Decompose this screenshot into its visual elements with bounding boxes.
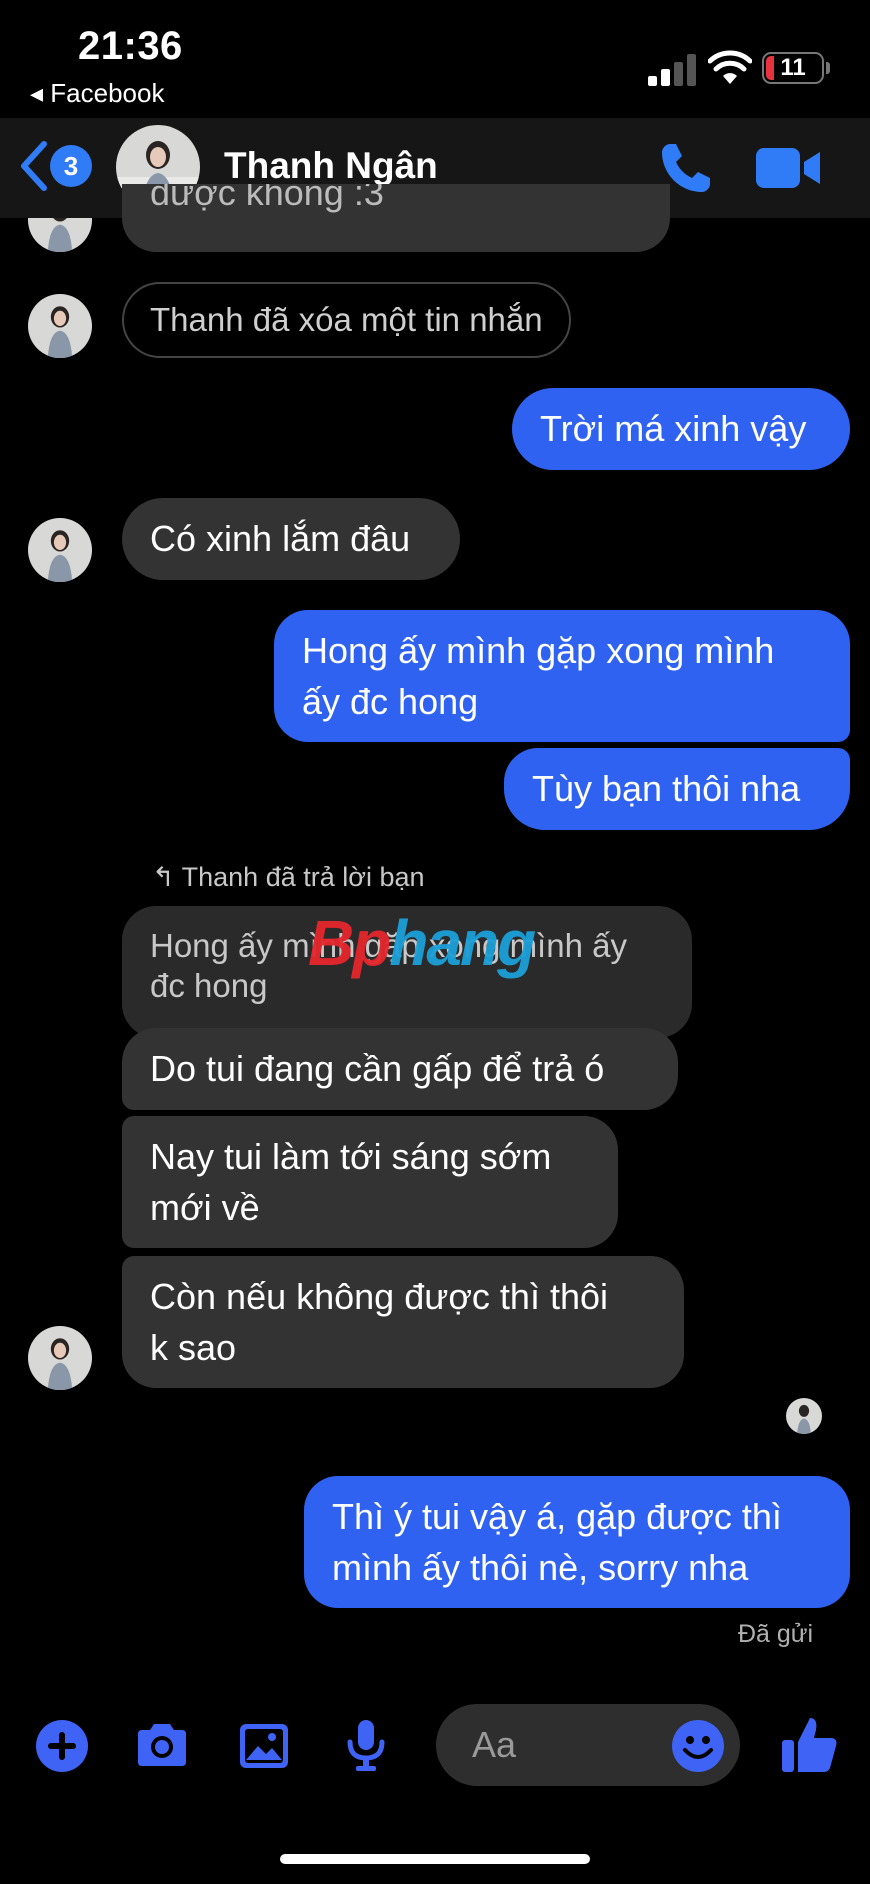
message-text: Trời má xinh vậy xyxy=(540,408,807,449)
contact-avatar-small xyxy=(28,294,92,358)
message-text: Có xinh lắm đâu xyxy=(150,518,411,559)
read-receipt-avatar xyxy=(786,1398,822,1434)
message-line: k sao xyxy=(150,1327,237,1368)
battery-tip xyxy=(826,62,830,74)
message-line: Thì ý tui vậy á, gặp được thì xyxy=(332,1496,782,1537)
watermark-logo: Bphang xyxy=(308,907,536,979)
message-line: ấy đc hong xyxy=(302,681,479,722)
home-indicator xyxy=(280,1854,590,1864)
message-bubble-outgoing[interactable]: Trời má xinh vậy xyxy=(512,388,850,470)
message-line: mới về xyxy=(150,1187,260,1228)
message-line: mình ấy thôi nè, sorry nha xyxy=(332,1547,749,1588)
message-bubble-incoming[interactable]: Còn nếu không được thì thôi k sao xyxy=(122,1256,684,1388)
camera-icon[interactable] xyxy=(132,1716,192,1776)
message-bubble-outgoing[interactable]: Thì ý tui vậy á, gặp được thì mình ấy th… xyxy=(304,1476,850,1608)
deleted-message-notice: Thanh đã xóa một tin nhắn xyxy=(122,282,571,358)
plus-icon[interactable] xyxy=(32,1716,92,1776)
contact-avatar-small xyxy=(28,518,92,582)
unread-count-badge[interactable]: 3 xyxy=(50,145,92,187)
message-bubble-outgoing[interactable]: Tùy bạn thôi nha xyxy=(504,748,850,830)
message-line: Nay tui làm tới sáng sớm xyxy=(150,1136,552,1177)
contact-name[interactable]: Thanh Ngân xyxy=(224,145,438,187)
status-time: 21:36 xyxy=(78,24,183,68)
battery-indicator: 11 xyxy=(762,52,824,84)
wifi-icon xyxy=(708,50,752,84)
emoji-icon[interactable] xyxy=(668,1716,728,1776)
battery-percent: 11 xyxy=(780,54,806,81)
reply-notice-text: Thanh đã trả lời bạn xyxy=(181,862,425,892)
message-text: Tùy bạn thôi nha xyxy=(532,768,801,809)
message-input-placeholder: Aa xyxy=(472,1724,517,1765)
delivery-status: Đã gửi xyxy=(738,1620,814,1648)
microphone-icon[interactable] xyxy=(336,1716,396,1776)
video-camera-icon[interactable] xyxy=(756,144,822,192)
back-to-facebook-link[interactable]: ◂ Facebook xyxy=(30,78,164,109)
message-bubble-incoming[interactable]: Do tui đang cần gấp để trả ó xyxy=(122,1028,678,1110)
message-line: Hong ấy mình gặp xong mình xyxy=(302,630,775,671)
reply-arrow-icon: ↰ xyxy=(152,862,182,892)
message-text: Do tui đang cần gấp để trả ó xyxy=(150,1048,605,1089)
message-bubble-outgoing[interactable]: Hong ấy mình gặp xong mình ấy đc hong xyxy=(274,610,850,742)
cellular-signal-icon xyxy=(648,54,696,86)
reply-notice: ↰ Thanh đã trả lời bạn xyxy=(152,862,425,893)
contact-avatar-small xyxy=(28,1326,92,1390)
gallery-icon[interactable] xyxy=(234,1716,294,1776)
message-bubble-incoming[interactable]: Có xinh lắm đâu xyxy=(122,498,460,580)
message-bubble-incoming[interactable]: Nay tui làm tới sáng sớm mới về xyxy=(122,1116,618,1248)
thumbs-up-icon[interactable] xyxy=(778,1712,842,1776)
back-chevron-icon[interactable] xyxy=(18,140,48,192)
message-text: được không :3 xyxy=(150,184,384,213)
message-bubble-incoming[interactable]: được không :3 xyxy=(122,184,670,252)
message-line: Còn nếu không được thì thôi xyxy=(150,1276,608,1317)
